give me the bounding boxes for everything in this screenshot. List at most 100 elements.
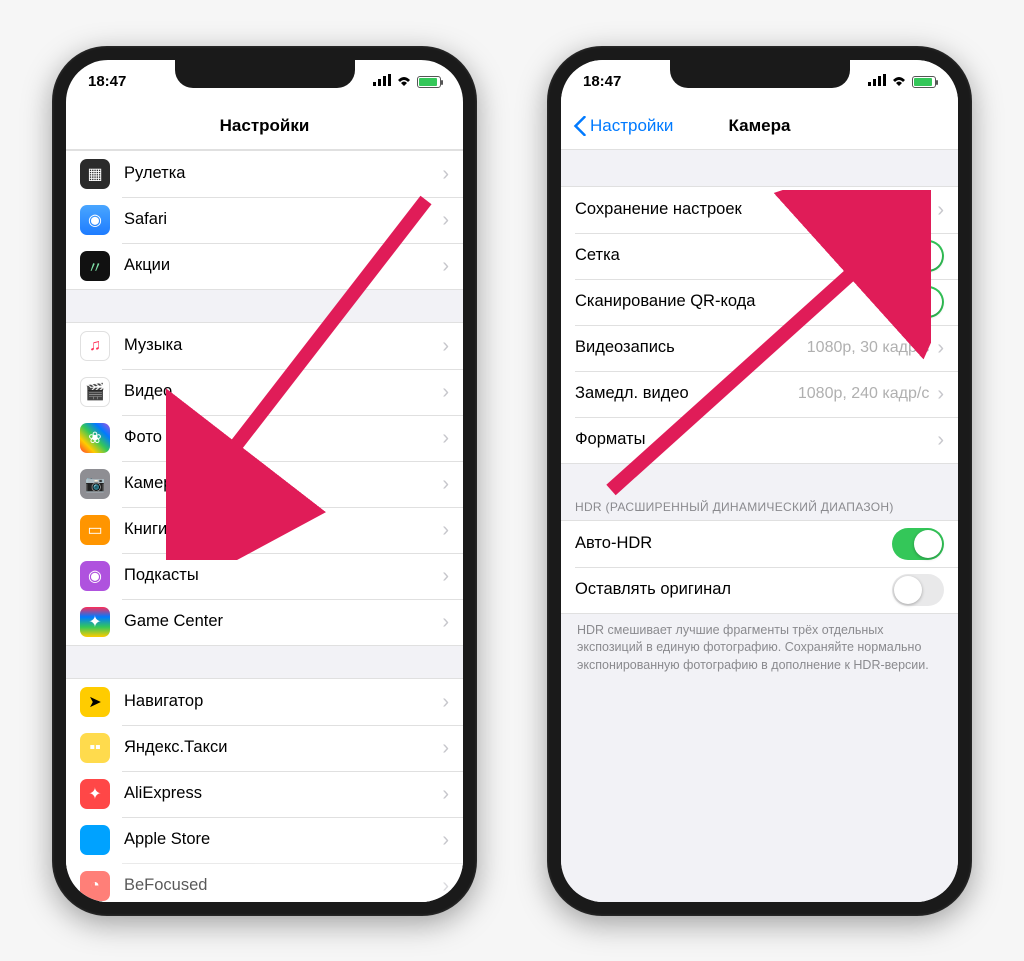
row-video[interactable]: 🎬 Видео ›: [66, 369, 463, 415]
battery-icon: [912, 76, 936, 88]
chevron-right-icon: ›: [442, 738, 449, 758]
video-icon: 🎬: [80, 377, 110, 407]
row-gamecenter[interactable]: ✦ Game Center ›: [66, 599, 463, 645]
music-icon: ♫: [80, 331, 110, 361]
row-label: Подкасты: [124, 566, 442, 585]
chevron-right-icon: ›: [937, 200, 944, 220]
row-stocks[interactable]: 〃 Акции ›: [66, 243, 463, 289]
chevron-right-icon: ›: [442, 336, 449, 356]
row-label: Музыка: [124, 336, 442, 355]
row-label: Навигатор: [124, 692, 442, 711]
yandextaxi-icon: ▪▪: [80, 733, 110, 763]
row-slomo[interactable]: Замедл. видео 1080p, 240 кадр/с ›: [561, 371, 958, 417]
row-record-video[interactable]: Видеозапись 1080p, 30 кадр/с ›: [561, 325, 958, 371]
row-label: Видеозапись: [575, 338, 807, 357]
row-label: Форматы: [575, 430, 937, 449]
row-label: Яндекс.Такси: [124, 738, 442, 757]
settings-group-3: ➤ Навигатор › ▪▪ Яндекс.Такси › ✦ AliExp…: [66, 678, 463, 902]
row-safari[interactable]: ◉ Safari ›: [66, 197, 463, 243]
photo-icon: ❀: [80, 423, 110, 453]
row-photo[interactable]: ❀ Фото ›: [66, 415, 463, 461]
row-label: Сохранение настроек: [575, 200, 937, 219]
row-camera[interactable]: 📷 Камера ›: [66, 461, 463, 507]
befocused-icon: ◔: [80, 871, 110, 901]
stocks-icon: 〃: [80, 251, 110, 281]
row-label: Рулетка: [124, 164, 442, 183]
back-label: Настройки: [590, 116, 673, 136]
chevron-right-icon: ›: [442, 830, 449, 850]
settings-list[interactable]: ▦ Рулетка › ◉ Safari › 〃 Акции › ♫: [66, 150, 463, 902]
hdr-section-header: HDR (РАСШИРЕННЫЙ ДИНАМИЧЕСКИЙ ДИАПАЗОН): [561, 492, 958, 520]
chevron-right-icon: ›: [442, 164, 449, 184]
row-scan-qr[interactable]: Сканирование QR-кода: [561, 279, 958, 325]
nav-bar: Настройки Камера: [561, 104, 958, 150]
row-label: Акции: [124, 256, 442, 275]
row-grid[interactable]: Сетка: [561, 233, 958, 279]
row-label: Оставлять оригинал: [575, 580, 892, 599]
page-title: Камера: [729, 116, 791, 136]
row-formats[interactable]: Форматы ›: [561, 417, 958, 463]
settings-group-1: ▦ Рулетка › ◉ Safari › 〃 Акции ›: [66, 150, 463, 290]
row-aliexpress[interactable]: ✦ AliExpress ›: [66, 771, 463, 817]
keep-normal-toggle[interactable]: [892, 574, 944, 606]
row-applestore[interactable]: Apple Store ›: [66, 817, 463, 863]
grid-toggle[interactable]: [892, 240, 944, 272]
battery-icon: [417, 76, 441, 88]
chevron-right-icon: ›: [442, 612, 449, 632]
row-keep-normal[interactable]: Оставлять оригинал: [561, 567, 958, 613]
row-label: Safari: [124, 210, 442, 229]
row-label: Замедл. видео: [575, 384, 798, 403]
row-befocused[interactable]: ◔ BeFocused ›: [66, 863, 463, 902]
settings-group-2: ♫ Музыка › 🎬 Видео › ❀ Фото › 📷 Камера: [66, 322, 463, 646]
chevron-right-icon: ›: [937, 338, 944, 358]
auto-hdr-toggle[interactable]: [892, 528, 944, 560]
chevron-right-icon: ›: [442, 256, 449, 276]
navigator-icon: ➤: [80, 687, 110, 717]
chevron-right-icon: ›: [442, 382, 449, 402]
status-indicators: [868, 73, 936, 90]
chevron-right-icon: ›: [937, 384, 944, 404]
chevron-right-icon: ›: [442, 520, 449, 540]
row-ruletka[interactable]: ▦ Рулетка ›: [66, 151, 463, 197]
row-label: BeFocused: [124, 876, 442, 895]
row-label: Авто-HDR: [575, 534, 892, 553]
signal-icon: [868, 73, 886, 90]
row-music[interactable]: ♫ Музыка ›: [66, 323, 463, 369]
row-podcasts[interactable]: ◉ Подкасты ›: [66, 553, 463, 599]
camera-settings[interactable]: Сохранение настроек › Сетка Сканирование…: [561, 150, 958, 902]
back-button[interactable]: Настройки: [573, 104, 673, 149]
row-label: Game Center: [124, 612, 442, 631]
row-value: 1080p, 240 кадр/с: [798, 385, 929, 403]
row-books[interactable]: ▭ Книги ›: [66, 507, 463, 553]
row-label: AliExpress: [124, 784, 442, 803]
status-time: 18:47: [88, 73, 126, 90]
applestore-icon: [80, 825, 110, 855]
row-label: Видео: [124, 382, 442, 401]
row-label: Книги: [124, 520, 442, 539]
wifi-icon: [891, 73, 907, 90]
chevron-right-icon: ›: [442, 784, 449, 804]
camera-group-main: Сохранение настроек › Сетка Сканирование…: [561, 186, 958, 464]
row-yandextaxi[interactable]: ▪▪ Яндекс.Такси ›: [66, 725, 463, 771]
hdr-section-footer: HDR смешивает лучшие фрагменты трёх отде…: [561, 614, 958, 683]
notch: [175, 60, 355, 88]
phone-mockup-right: 18:47 Настройки Камера Сохр: [547, 46, 972, 916]
row-label: Камера: [124, 474, 442, 493]
chevron-right-icon: ›: [442, 474, 449, 494]
row-value: 1080p, 30 кадр/с: [807, 339, 930, 357]
row-label: Сетка: [575, 246, 892, 265]
signal-icon: [373, 73, 391, 90]
row-navigator[interactable]: ➤ Навигатор ›: [66, 679, 463, 725]
chevron-right-icon: ›: [442, 428, 449, 448]
row-auto-hdr[interactable]: Авто-HDR: [561, 521, 958, 567]
camera-icon: 📷: [80, 469, 110, 499]
safari-icon: ◉: [80, 205, 110, 235]
row-label: Фото: [124, 428, 442, 447]
row-preserve-settings[interactable]: Сохранение настроек ›: [561, 187, 958, 233]
row-label: Сканирование QR-кода: [575, 292, 892, 311]
chevron-left-icon: [573, 116, 586, 136]
page-title: Настройки: [220, 116, 310, 136]
chevron-right-icon: ›: [442, 566, 449, 586]
chevron-right-icon: ›: [442, 210, 449, 230]
qr-toggle[interactable]: [892, 286, 944, 318]
